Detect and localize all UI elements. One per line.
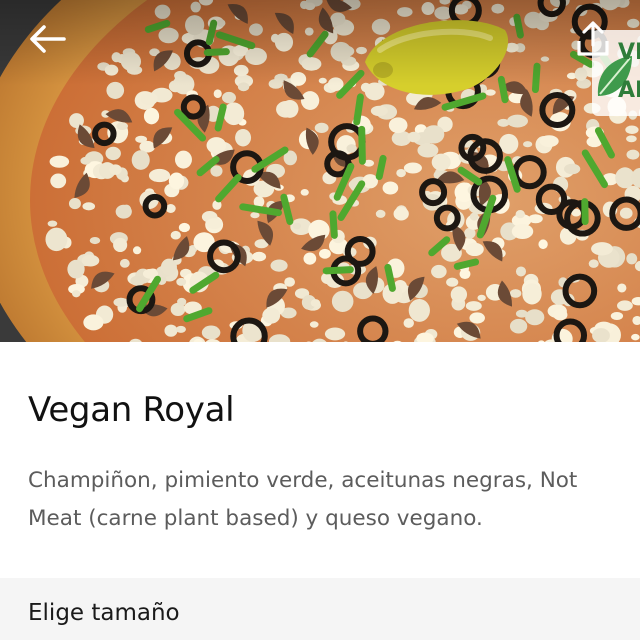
size-section-heading: Elige tamaño <box>28 600 180 626</box>
size-options-section: Elige tamaño <box>0 578 640 640</box>
product-details: Vegan Royal Champiñon, pimiento verde, a… <box>0 342 640 578</box>
product-image: VE AP <box>0 0 640 342</box>
share-button[interactable] <box>568 14 618 64</box>
product-screen: VE AP Vegan Royal Champiñon, pimiento ve… <box>0 0 640 640</box>
share-upload-icon <box>577 21 609 56</box>
product-description: Champiñon, pimiento verde, aceitunas neg… <box>28 468 578 531</box>
badge-text-line2: AP <box>618 78 640 103</box>
product-title: Vegan Royal <box>28 390 235 430</box>
badge-text-line1: VE <box>618 40 640 65</box>
back-button[interactable] <box>22 14 72 64</box>
pizza-photo <box>0 0 640 342</box>
arrow-left-icon <box>30 25 66 53</box>
